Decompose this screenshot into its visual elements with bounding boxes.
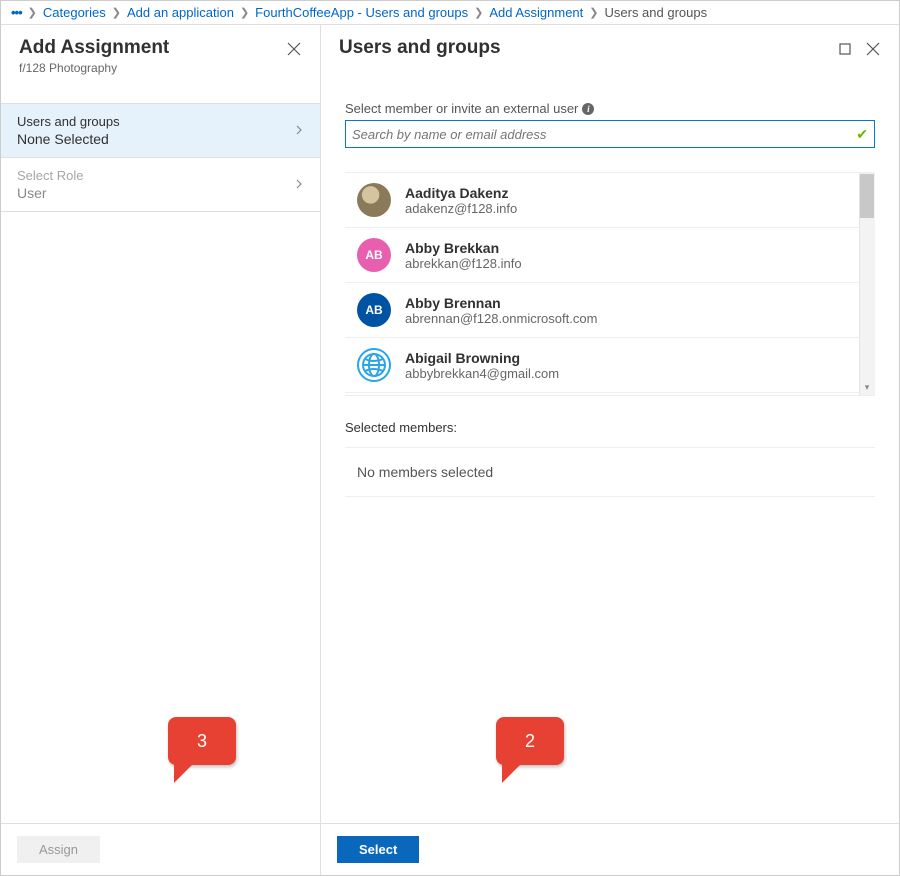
chevron-right-icon bbox=[294, 177, 304, 192]
user-row[interactable] bbox=[345, 393, 859, 395]
no-members-text: No members selected bbox=[357, 464, 493, 480]
search-input[interactable] bbox=[352, 127, 856, 142]
chevron-right-icon: ❯ bbox=[112, 6, 121, 19]
assign-button[interactable]: Assign bbox=[17, 836, 100, 863]
step-label: Users and groups bbox=[17, 114, 294, 129]
selected-members-box: No members selected bbox=[345, 447, 875, 497]
user-email: abrennan@f128.onmicrosoft.com bbox=[405, 311, 597, 326]
avatar bbox=[357, 183, 391, 217]
annotation-callout-2: 2 bbox=[496, 717, 564, 765]
user-name: Abigail Browning bbox=[405, 350, 559, 366]
step-label: Select Role bbox=[17, 168, 294, 183]
checkmark-icon: ✔ bbox=[856, 126, 868, 143]
step-value: User bbox=[17, 185, 294, 201]
breadcrumb-overflow-icon[interactable]: ••• bbox=[11, 5, 22, 20]
breadcrumb-link[interactable]: Add an application bbox=[127, 5, 234, 20]
scrollbar[interactable]: ▾ bbox=[859, 173, 875, 395]
user-row[interactable]: Aaditya Dakenz adakenz@f128.info bbox=[345, 173, 859, 228]
annotation-callout-3: 3 bbox=[168, 717, 236, 765]
chevron-right-icon: ❯ bbox=[589, 6, 598, 19]
info-icon[interactable]: i bbox=[582, 103, 594, 115]
user-name: Abby Brennan bbox=[405, 295, 597, 311]
chevron-right-icon: ❯ bbox=[474, 6, 483, 19]
user-email: adakenz@f128.info bbox=[405, 201, 517, 216]
step-users-and-groups[interactable]: Users and groups None Selected bbox=[1, 104, 320, 158]
breadcrumb-link[interactable]: FourthCoffeeApp - Users and groups bbox=[255, 5, 468, 20]
step-value: None Selected bbox=[17, 131, 294, 147]
user-row[interactable]: AB Abby Brennan abrennan@f128.onmicrosof… bbox=[345, 283, 859, 338]
search-field-wrapper[interactable]: ✔ bbox=[345, 120, 875, 148]
user-email: abbybrekkan4@gmail.com bbox=[405, 366, 559, 381]
restore-window-icon[interactable] bbox=[837, 41, 853, 57]
breadcrumb: ••• ❯ Categories ❯ Add an application ❯ … bbox=[1, 1, 899, 25]
avatar: AB bbox=[357, 293, 391, 327]
user-name: Abby Brekkan bbox=[405, 240, 522, 256]
step-select-role: Select Role User bbox=[1, 158, 320, 212]
scroll-down-icon[interactable]: ▾ bbox=[859, 379, 875, 395]
user-name: Aaditya Dakenz bbox=[405, 185, 517, 201]
users-and-groups-pane: Users and groups Select member or invite… bbox=[321, 25, 899, 875]
breadcrumb-link[interactable]: Add Assignment bbox=[489, 5, 583, 20]
add-assignment-pane: Add Assignment f/128 Photography Users a… bbox=[1, 25, 321, 875]
close-icon[interactable] bbox=[865, 41, 881, 57]
avatar: AB bbox=[357, 238, 391, 272]
chevron-right-icon bbox=[294, 123, 304, 138]
chevron-right-icon: ❯ bbox=[28, 6, 37, 19]
left-pane-title: Add Assignment bbox=[19, 37, 286, 59]
breadcrumb-current: Users and groups bbox=[605, 5, 708, 20]
user-email: abrekkan@f128.info bbox=[405, 256, 522, 271]
scrollbar-thumb[interactable] bbox=[860, 174, 874, 218]
select-button[interactable]: Select bbox=[337, 836, 419, 863]
user-row[interactable]: AB Abby Brekkan abrekkan@f128.info bbox=[345, 228, 859, 283]
breadcrumb-link[interactable]: Categories bbox=[43, 5, 106, 20]
globe-icon bbox=[357, 348, 391, 382]
user-list: Aaditya Dakenz adakenz@f128.info AB Abby… bbox=[345, 172, 875, 396]
user-row[interactable]: Abigail Browning abbybrekkan4@gmail.com bbox=[345, 338, 859, 393]
close-icon[interactable] bbox=[286, 41, 302, 57]
selected-members-label: Selected members: bbox=[345, 420, 875, 435]
chevron-right-icon: ❯ bbox=[240, 6, 249, 19]
right-pane-title: Users and groups bbox=[339, 37, 837, 59]
search-section-label: Select member or invite an external user bbox=[345, 101, 578, 116]
left-pane-subtitle: f/128 Photography bbox=[19, 61, 286, 75]
